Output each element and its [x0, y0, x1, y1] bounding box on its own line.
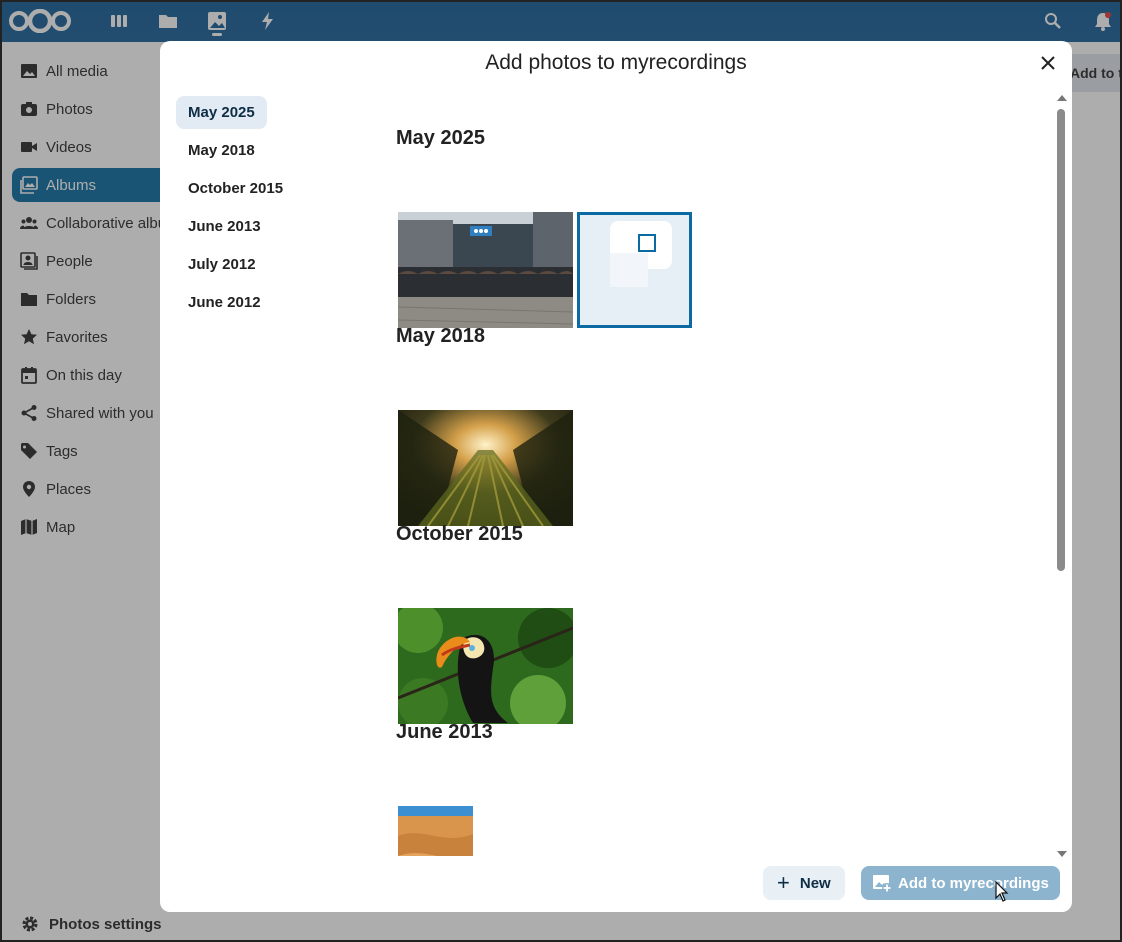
photo-thumbnail-group-photo[interactable]: [398, 212, 573, 328]
mouse-cursor-icon: [995, 881, 1009, 902]
add-button-label: Add to myrecordings: [898, 874, 1049, 892]
date-nav-july-2012[interactable]: July 2012: [176, 248, 268, 281]
dialog-title: Add photos to myrecordings: [485, 51, 747, 74]
new-button-label: New: [799, 874, 831, 892]
section-title-june-2013: June 2013: [396, 721, 493, 743]
plus-icon: +: [777, 870, 790, 895]
section-title-may-2025: May 2025: [396, 127, 485, 149]
date-nav-may-2025[interactable]: May 2025: [176, 96, 267, 129]
vineyard-image: [398, 410, 573, 526]
section-title-october-2015: October 2015: [396, 523, 523, 545]
scrollbar-thumb[interactable]: [1057, 109, 1065, 571]
date-navigation: May 2025 May 2018 October 2015 June 2013…: [176, 96, 295, 324]
photo-thumbnail-vineyard[interactable]: [398, 410, 573, 526]
desert-image: [398, 806, 473, 856]
add-photos-dialog: Add photos to myrecordings May 2025 May …: [160, 41, 1072, 912]
image-placeholder-icon: [610, 221, 672, 287]
scroll-down-arrow-icon[interactable]: [1057, 851, 1067, 857]
photo-picker-list[interactable]: May 2025 May 2018 October 2015 June 2013: [396, 91, 1056, 856]
date-nav-june-2013[interactable]: June 2013: [176, 210, 273, 243]
photo-thumbnail-desert[interactable]: [398, 806, 473, 856]
date-nav-may-2018[interactable]: May 2018: [176, 134, 267, 167]
scroll-up-arrow-icon[interactable]: [1057, 95, 1067, 101]
group-photo-image: [398, 212, 573, 328]
image-plus-icon: [873, 875, 892, 893]
new-album-button[interactable]: + New: [763, 866, 845, 900]
add-to-album-button[interactable]: Add to myrecordings: [861, 866, 1060, 900]
section-title-may-2018: May 2018: [396, 325, 485, 347]
toucan-image: [398, 608, 573, 724]
photo-thumbnail-toucan[interactable]: [398, 608, 573, 724]
scrollbar[interactable]: [1055, 95, 1069, 857]
photo-thumbnail-placeholder-selected[interactable]: [577, 212, 692, 328]
date-nav-october-2015[interactable]: October 2015: [176, 172, 295, 205]
date-nav-june-2012[interactable]: June 2012: [176, 286, 273, 319]
close-icon[interactable]: [1036, 51, 1060, 75]
